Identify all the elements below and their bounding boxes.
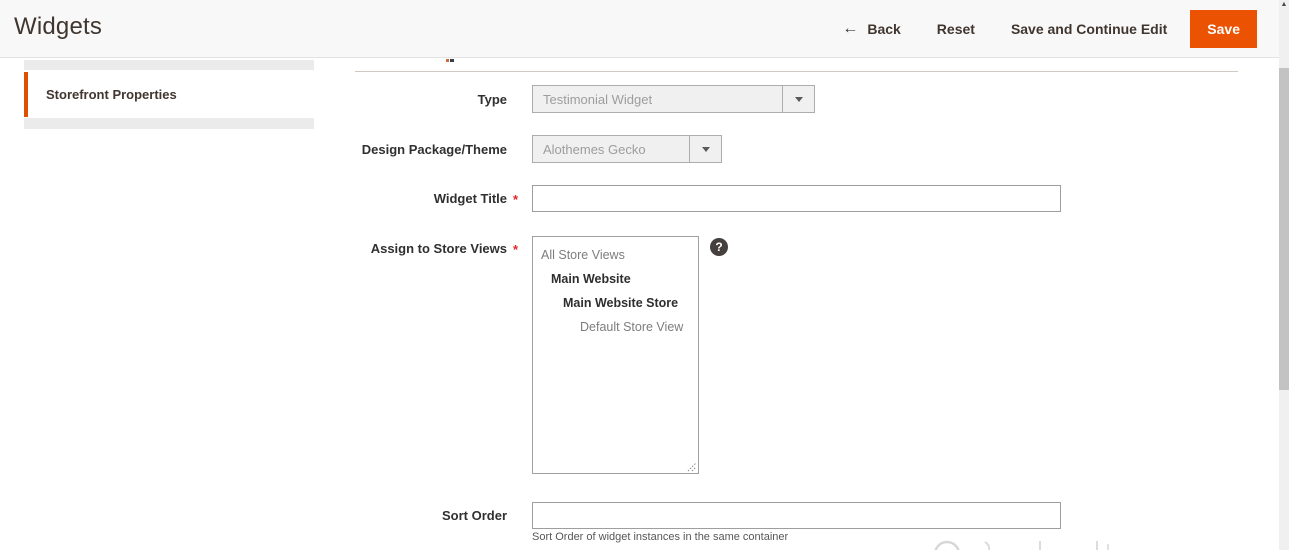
type-select: Testimonial Widget (532, 85, 815, 113)
resize-handle-icon[interactable] (685, 460, 697, 472)
page-header: Widgets ← Back Reset Save and Continue E… (0, 0, 1279, 58)
design-theme-select-value: Alothemes Gecko (543, 142, 646, 157)
design-theme-select-arrow-box (689, 136, 721, 162)
clipped-watermark (925, 537, 1135, 550)
save-button[interactable]: Save (1190, 10, 1257, 48)
store-views-label: Assign to Store Views (355, 241, 507, 256)
widget-title-label: Widget Title (355, 191, 507, 206)
back-button-label: Back (867, 21, 900, 37)
design-theme-label: Design Package/Theme (355, 142, 507, 157)
tab-storefront-properties-label: Storefront Properties (46, 87, 177, 102)
help-icon[interactable]: ? (710, 238, 728, 256)
save-and-continue-button[interactable]: Save and Continue Edit (1011, 21, 1167, 37)
required-marker: * (513, 242, 518, 257)
sort-order-note: Sort Order of widget instances in the sa… (532, 531, 788, 543)
type-label: Type (355, 92, 507, 107)
clipped-content-fragment (450, 59, 454, 62)
store-view-option-default-store-view[interactable]: Default Store View (533, 315, 698, 339)
store-view-option-main-website[interactable]: Main Website (533, 267, 698, 291)
chevron-down-icon (702, 147, 710, 152)
form-tabs-sidebar: Storefront Properties (24, 60, 314, 129)
type-select-value: Testimonial Widget (543, 92, 652, 107)
store-views-multiselect[interactable]: All Store Views Main Website Main Websit… (532, 236, 699, 474)
tab-storefront-properties[interactable]: Storefront Properties (24, 72, 314, 117)
vertical-scrollbar[interactable]: ▲ (1279, 0, 1289, 550)
chevron-down-icon (795, 97, 803, 102)
help-icon-glyph: ? (715, 240, 722, 254)
scrollbar-thumb[interactable] (1279, 68, 1289, 390)
section-divider (355, 71, 1238, 72)
page-title: Widgets (14, 13, 102, 41)
required-marker: * (513, 192, 518, 207)
reset-button[interactable]: Reset (937, 21, 975, 37)
clipped-tab-above (24, 60, 314, 70)
type-select-arrow-box (782, 86, 814, 112)
sort-order-input[interactable] (532, 502, 1061, 529)
scroll-up-icon[interactable]: ▲ (1280, 1, 1288, 9)
clipped-content-fragment (446, 59, 449, 62)
store-view-option-main-website-store[interactable]: Main Website Store (533, 291, 698, 315)
clipped-tab-below (24, 118, 314, 129)
header-actions: ← Back Reset Save and Continue Edit Save (842, 0, 1257, 58)
back-button[interactable]: ← Back (842, 20, 900, 38)
design-theme-select: Alothemes Gecko (532, 135, 722, 163)
back-arrow-icon: ← (842, 20, 858, 38)
store-view-option-all[interactable]: All Store Views (533, 243, 698, 267)
sort-order-label: Sort Order (355, 508, 507, 523)
widget-title-input[interactable] (532, 185, 1061, 212)
